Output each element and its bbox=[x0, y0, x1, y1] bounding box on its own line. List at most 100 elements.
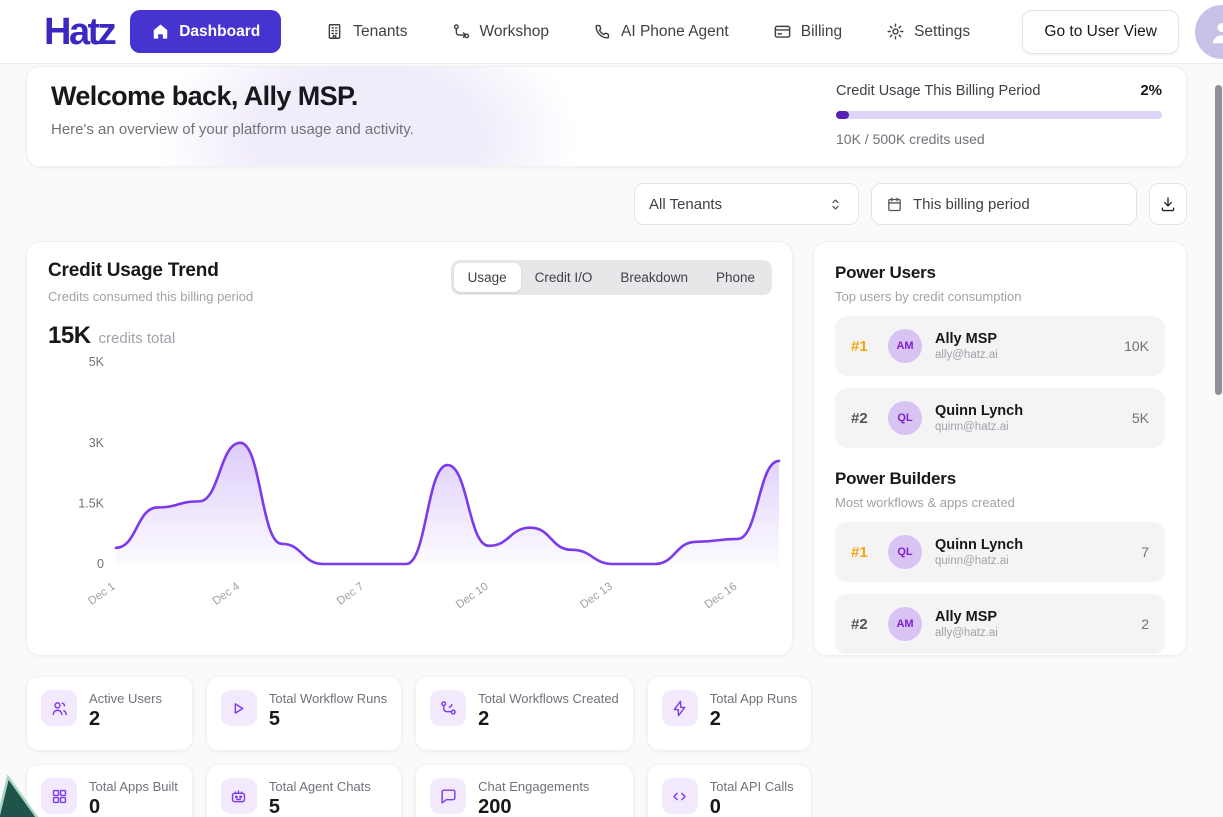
svg-text:Dec 7: Dec 7 bbox=[335, 581, 366, 608]
credit-usage-trend-card: Credit Usage Trend Credits consumed this… bbox=[26, 241, 793, 656]
stat-icon-tile bbox=[220, 690, 257, 726]
main-grid: Credit Usage Trend Credits consumed this… bbox=[26, 241, 1187, 656]
user-email: ally@hatz.ai bbox=[935, 349, 998, 361]
leaderboard-subtitle: Most workflows & apps created bbox=[835, 495, 1015, 510]
go-to-user-view-button[interactable]: Go to User View bbox=[1022, 9, 1179, 54]
chevrons-icon bbox=[827, 196, 844, 213]
filter-row: All Tenants This billing period bbox=[26, 183, 1187, 225]
robot-icon bbox=[229, 787, 248, 806]
nav-item-ai-phone-agent[interactable]: AI Phone Agent bbox=[593, 22, 729, 41]
period-select-value: This billing period bbox=[913, 195, 1030, 213]
leaderboard-power-users: Power Users Top users by credit consumpti… bbox=[835, 263, 1165, 448]
svg-text:Dec 4: Dec 4 bbox=[211, 580, 243, 607]
chart-total-suffix: credits total bbox=[98, 330, 176, 347]
leaderboard-row: #2 QL Quinn Lynch quinn@hatz.ai 5K bbox=[835, 388, 1165, 448]
stat-icon-tile bbox=[430, 778, 467, 814]
play-icon bbox=[229, 699, 248, 718]
avatar: QL bbox=[888, 401, 922, 435]
svg-text:0: 0 bbox=[97, 557, 104, 571]
chart-tab-usage[interactable]: Usage bbox=[453, 263, 521, 292]
chart-tab-credit-i-o[interactable]: Credit I/O bbox=[521, 263, 607, 292]
leaderboard-row: #2 AM Ally MSP ally@hatz.ai 2 bbox=[835, 594, 1165, 654]
user-name: Ally MSP bbox=[935, 331, 998, 347]
chart-tab-breakdown[interactable]: Breakdown bbox=[606, 263, 702, 292]
nav-item-label: Workshop bbox=[479, 22, 550, 40]
nav-item-billing[interactable]: Billing bbox=[773, 22, 842, 41]
stat-label: Total Workflows Created bbox=[478, 691, 619, 706]
nav-item-settings[interactable]: Settings bbox=[886, 22, 970, 41]
credit-usage-chart: 0 1.5K 3K 5K Dec 1 Dec 4 Dec 7 Dec 10 Dec 13 Dec … bbox=[48, 352, 781, 614]
stat-card-chat-engagements: Chat Engagements 200 bbox=[415, 764, 634, 817]
download-button[interactable] bbox=[1149, 183, 1187, 225]
stat-value: 200 bbox=[478, 796, 512, 817]
cursor-pointer bbox=[0, 775, 39, 817]
credit-usage-progress-fill bbox=[836, 111, 849, 119]
stat-value: 5 bbox=[268, 708, 281, 730]
stat-icon-tile bbox=[41, 778, 77, 814]
branch-icon bbox=[439, 699, 458, 718]
row-value: 7 bbox=[1141, 544, 1149, 560]
svg-text:Dec 16: Dec 16 bbox=[703, 581, 740, 612]
credit-usage-summary: Credit Usage This Billing Period 2% 10K … bbox=[836, 67, 1162, 166]
stat-label: Total Apps Built bbox=[89, 779, 178, 794]
stat-icon-tile bbox=[430, 690, 467, 726]
stat-icon-tile bbox=[661, 778, 698, 814]
stat-card-active-users: Active Users 2 bbox=[26, 676, 193, 751]
credit-usage-progressbar bbox=[836, 111, 1162, 119]
welcome-banner: Welcome back, Ally MSP. Here's an overvi… bbox=[26, 66, 1187, 167]
rank-badge: #1 bbox=[851, 337, 868, 355]
row-value: 10K bbox=[1124, 338, 1149, 354]
svg-text:Dec 10: Dec 10 bbox=[454, 581, 491, 612]
top-nav: Hatz Dashboard Tenants Workshop AI Phone Ag… bbox=[0, 0, 1223, 64]
leaderboard-power-builders: Power Builders Most workflows & apps crea… bbox=[835, 469, 1165, 654]
scrollbar-thumb[interactable] bbox=[1215, 85, 1222, 395]
stat-card-total-api-calls: Total API Calls 0 bbox=[646, 764, 813, 817]
download-icon bbox=[1159, 195, 1177, 213]
stat-icon-tile bbox=[220, 778, 257, 814]
nav-list: Dashboard Tenants Workshop AI Phone Agent Bi… bbox=[130, 10, 970, 53]
stat-value: 2 bbox=[89, 708, 101, 730]
stat-label: Total Agent Chats bbox=[268, 779, 371, 794]
stat-card-total-workflows-created: Total Workflows Created 2 bbox=[415, 676, 634, 751]
bolt-icon bbox=[670, 699, 689, 718]
avatar: AM bbox=[888, 329, 922, 363]
nav-item-label: AI Phone Agent bbox=[621, 22, 729, 40]
page-title: Welcome back, Ally MSP. bbox=[51, 81, 358, 111]
hatz-logo[interactable]: Hatz bbox=[44, 13, 117, 51]
stat-label: Total App Runs bbox=[709, 691, 798, 706]
leaderboard-title: Power Users bbox=[835, 263, 936, 282]
workflow-icon bbox=[452, 22, 471, 41]
user-name: Quinn Lynch bbox=[935, 403, 1024, 419]
nav-item-dashboard[interactable]: Dashboard bbox=[130, 10, 282, 53]
chart-title: Credit Usage Trend bbox=[48, 260, 219, 281]
row-value: 5K bbox=[1131, 410, 1149, 426]
svg-text:3K: 3K bbox=[89, 436, 105, 450]
nav-item-tenants[interactable]: Tenants bbox=[325, 22, 408, 41]
credit-usage-detail: 10K / 500K credits used bbox=[836, 131, 985, 147]
chart-subtitle: Credits consumed this billing period bbox=[48, 289, 254, 304]
user-info: Ally MSP ally@hatz.ai bbox=[935, 331, 998, 361]
welcome-text: Welcome back, Ally MSP. Here's an overvi… bbox=[51, 67, 414, 166]
svg-text:Dec 13: Dec 13 bbox=[578, 581, 615, 612]
stat-value: 0 bbox=[89, 796, 101, 817]
rank-badge: #2 bbox=[851, 615, 868, 633]
rank-badge: #1 bbox=[851, 543, 868, 561]
users-icon bbox=[50, 699, 69, 718]
chart-tabs: Usage Credit I/O Breakdown Phone bbox=[450, 260, 772, 295]
user-email: ally@hatz.ai bbox=[935, 627, 998, 639]
user-avatar[interactable] bbox=[1195, 4, 1223, 59]
stat-label: Total Workflow Runs bbox=[268, 691, 388, 706]
nav-right: Go to User View bbox=[1022, 4, 1223, 59]
gear-icon bbox=[886, 22, 905, 41]
leaderboards-card: Power Users Top users by credit consumpti… bbox=[813, 241, 1187, 656]
nav-item-label: Settings bbox=[914, 22, 971, 40]
card-icon bbox=[773, 22, 792, 41]
dashboard-page: Welcome back, Ally MSP. Here's an overvi… bbox=[0, 64, 1223, 817]
avatar: AM bbox=[888, 607, 922, 641]
tenant-select[interactable]: All Tenants bbox=[634, 183, 859, 225]
chart-tab-phone[interactable]: Phone bbox=[702, 263, 769, 292]
billing-period-select[interactable]: This billing period bbox=[871, 183, 1137, 225]
nav-item-label: Tenants bbox=[353, 22, 408, 40]
stat-label: Chat Engagements bbox=[478, 779, 590, 794]
nav-item-workshop[interactable]: Workshop bbox=[452, 22, 550, 41]
